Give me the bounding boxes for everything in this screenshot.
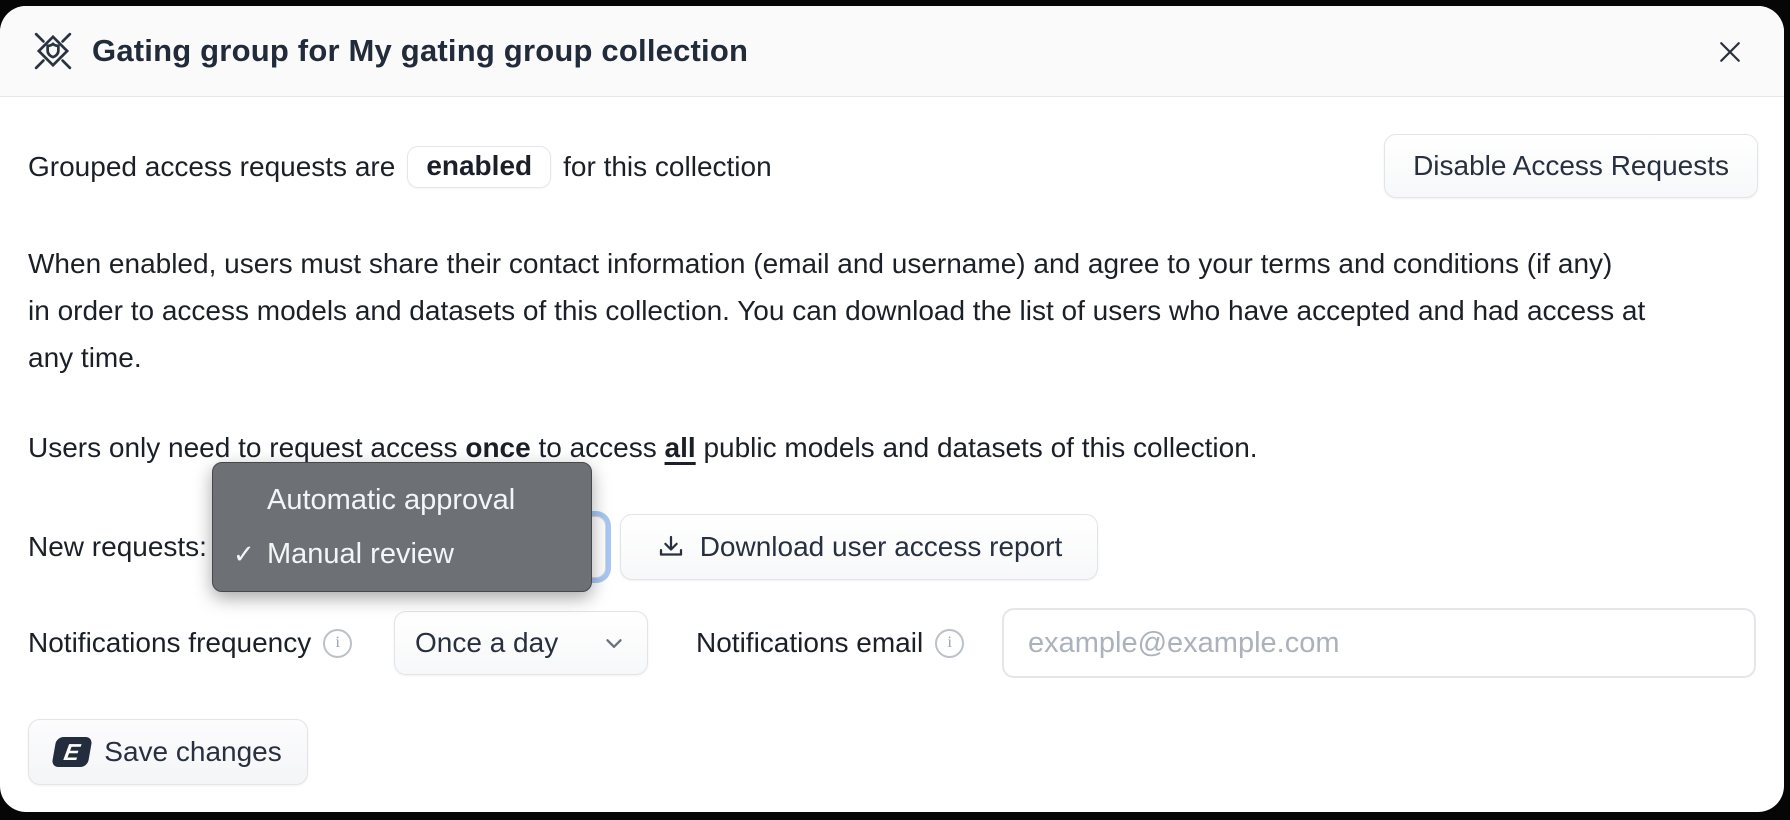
gating-group-icon	[30, 28, 76, 74]
frequency-selected-value: Once a day	[415, 627, 558, 659]
notifications-email-label: Notifications email	[696, 627, 923, 659]
new-requests-label: New requests:	[28, 514, 207, 580]
note-once: once	[465, 432, 530, 463]
notifications-email-input[interactable]	[1002, 608, 1756, 678]
download-icon	[656, 532, 686, 562]
status-prefix: Grouped access requests are	[28, 151, 395, 183]
save-changes-label: Save changes	[104, 736, 281, 768]
close-icon	[1715, 37, 1745, 67]
notifications-frequency-label: Notifications frequency	[28, 627, 311, 659]
description-line: any time.	[28, 334, 1758, 381]
description-line: in order to access models and datasets o…	[28, 287, 1758, 334]
check-icon: ✓	[233, 539, 267, 570]
disable-access-requests-button[interactable]: Disable Access Requests	[1384, 134, 1758, 198]
save-changes-button[interactable]: E Save changes	[28, 719, 308, 785]
note-text: Users only need to request access	[28, 432, 465, 463]
note-text: to access	[531, 432, 665, 463]
enterprise-icon: E	[52, 737, 93, 767]
download-report-button[interactable]: Download user access report	[620, 514, 1098, 580]
info-icon[interactable]: i	[323, 629, 352, 658]
option-label: Automatic approval	[267, 484, 515, 517]
gating-group-modal: Gating group for My gating group collect…	[0, 6, 1784, 812]
description-paragraph: When enabled, users must share their con…	[28, 240, 1758, 381]
modal-header: Gating group for My gating group collect…	[0, 6, 1784, 97]
close-button[interactable]	[1710, 32, 1750, 72]
notifications-row: Notifications frequency i Once a day Not…	[0, 608, 1784, 678]
info-icon[interactable]: i	[935, 629, 964, 658]
notifications-frequency-select[interactable]: Once a day	[394, 611, 648, 675]
option-label: Manual review	[267, 538, 454, 571]
dropdown-option-manual-review[interactable]: ✓ Manual review	[213, 527, 591, 581]
download-report-label: Download user access report	[700, 531, 1063, 563]
notifications-email-label-group: Notifications email i	[696, 608, 964, 678]
description-line: When enabled, users must share their con…	[28, 240, 1758, 287]
enabled-badge: enabled	[407, 146, 551, 188]
dropdown-option-automatic-approval[interactable]: Automatic approval	[213, 473, 591, 527]
note-all: all	[665, 432, 696, 463]
notifications-frequency-label-group: Notifications frequency i	[28, 608, 352, 678]
status-row: Grouped access requests are enabled for …	[28, 134, 1758, 200]
chevron-down-icon	[601, 630, 627, 656]
status-suffix: for this collection	[563, 151, 772, 183]
note-text: public models and datasets of this colle…	[696, 432, 1258, 463]
modal-title: Gating group for My gating group collect…	[92, 33, 748, 69]
new-requests-dropdown: Automatic approval ✓ Manual review	[212, 462, 592, 592]
